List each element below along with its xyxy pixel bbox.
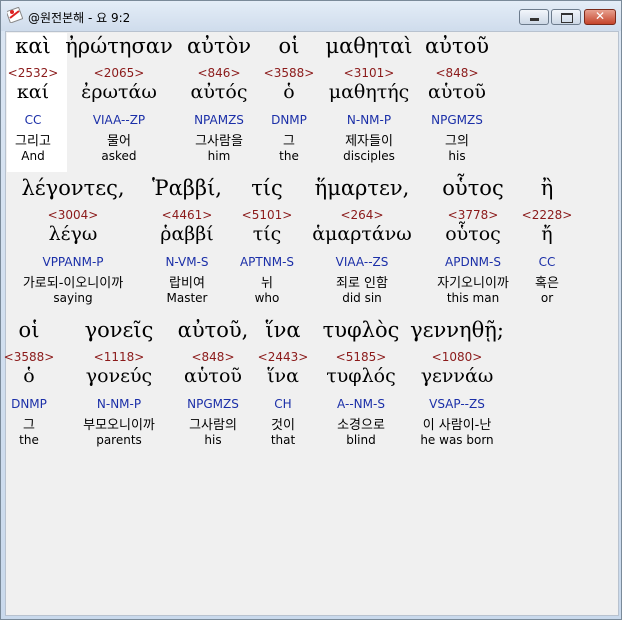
word-english: his	[448, 149, 466, 163]
word-greek[interactable]: ἢ	[467, 176, 622, 200]
word-parse: CC	[538, 255, 556, 269]
word-english: he was born	[420, 433, 494, 447]
word-lemma: γεννάω	[420, 365, 494, 387]
word-strong: <848>	[435, 66, 479, 80]
word-english: or	[540, 291, 554, 305]
close-button[interactable]: ✕	[584, 9, 616, 25]
word-strong: <2228>	[521, 208, 573, 222]
word-greek[interactable]: γεννηθῇ;	[377, 318, 537, 342]
window-title: @원전본해 - 요 9:2	[28, 11, 131, 25]
maximize-button[interactable]	[551, 9, 581, 25]
word-strong: <1080>	[431, 350, 483, 364]
minimize-icon	[530, 18, 539, 21]
word-lemma: ἤ	[541, 223, 553, 245]
word-parse: NPGMZS	[431, 113, 483, 127]
app-icon	[7, 7, 23, 23]
interlinear-panel[interactable]: καὶ <2532> καί CC 그리고 And ἠρώτησαν <2065> ἐρωτάω…	[4, 31, 622, 616]
title-bar[interactable]: @원전본해 - 요 9:2 ✕	[1, 1, 621, 31]
close-icon: ✕	[594, 9, 606, 23]
app-window: @원전본해 - 요 9:2 ✕ καὶ <2532> καί CC 그리고 And ἠρώτ…	[0, 0, 622, 620]
word-korean: 이 사람이-난	[422, 418, 492, 433]
maximize-icon	[561, 13, 573, 23]
word-parse: VSAP--ZS	[429, 397, 485, 411]
word-lemma: αὑτοῦ	[428, 81, 486, 103]
word-korean: 혹은	[535, 276, 559, 291]
minimize-button[interactable]	[519, 9, 549, 25]
word-korean: 그의	[445, 134, 469, 149]
word-greek[interactable]: αὐτοῦ	[377, 34, 537, 58]
